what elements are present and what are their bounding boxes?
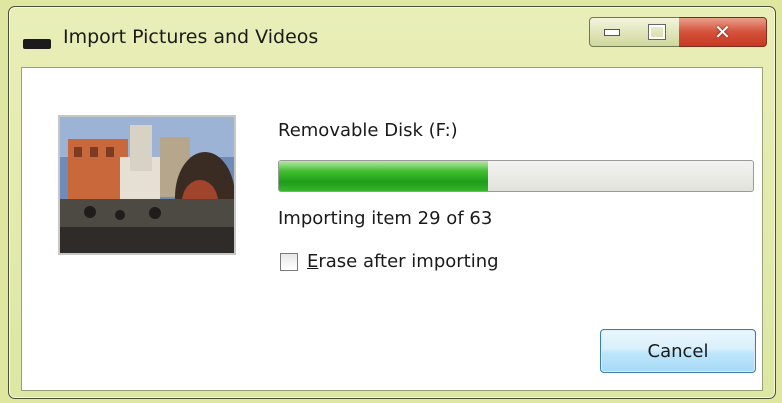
maximize-button[interactable]	[634, 17, 680, 47]
import-progress-bar	[278, 160, 754, 192]
import-progress-fill	[279, 161, 488, 191]
import-device-icon	[23, 39, 51, 49]
minimize-button[interactable]	[589, 17, 635, 47]
title-bar[interactable]: Import Pictures and Videos ✕	[9, 7, 775, 65]
erase-label-text: rase after importing	[318, 251, 499, 272]
window-title: Import Pictures and Videos	[63, 26, 319, 48]
import-status-text: Importing item 29 of 63	[278, 208, 493, 229]
photo-thumbnail-image	[60, 117, 234, 253]
maximize-icon	[647, 24, 666, 40]
dialog-body: Removable Disk (F:) Importing item 29 of…	[21, 67, 763, 391]
erase-after-importing-option[interactable]: Erase after importing	[280, 251, 499, 272]
minimize-icon	[604, 28, 620, 36]
cancel-button[interactable]: Cancel	[600, 329, 756, 373]
import-dialog-window: Import Pictures and Videos ✕ Removable D…	[8, 6, 776, 399]
source-device-label: Removable Disk (F:)	[278, 120, 458, 141]
erase-accelerator-key: E	[307, 251, 319, 272]
close-icon: ✕	[714, 20, 731, 44]
close-button[interactable]: ✕	[679, 17, 767, 47]
photo-thumbnail	[58, 115, 236, 255]
erase-after-importing-checkbox[interactable]	[280, 252, 298, 271]
erase-after-importing-label[interactable]: Erase after importing	[307, 251, 499, 272]
